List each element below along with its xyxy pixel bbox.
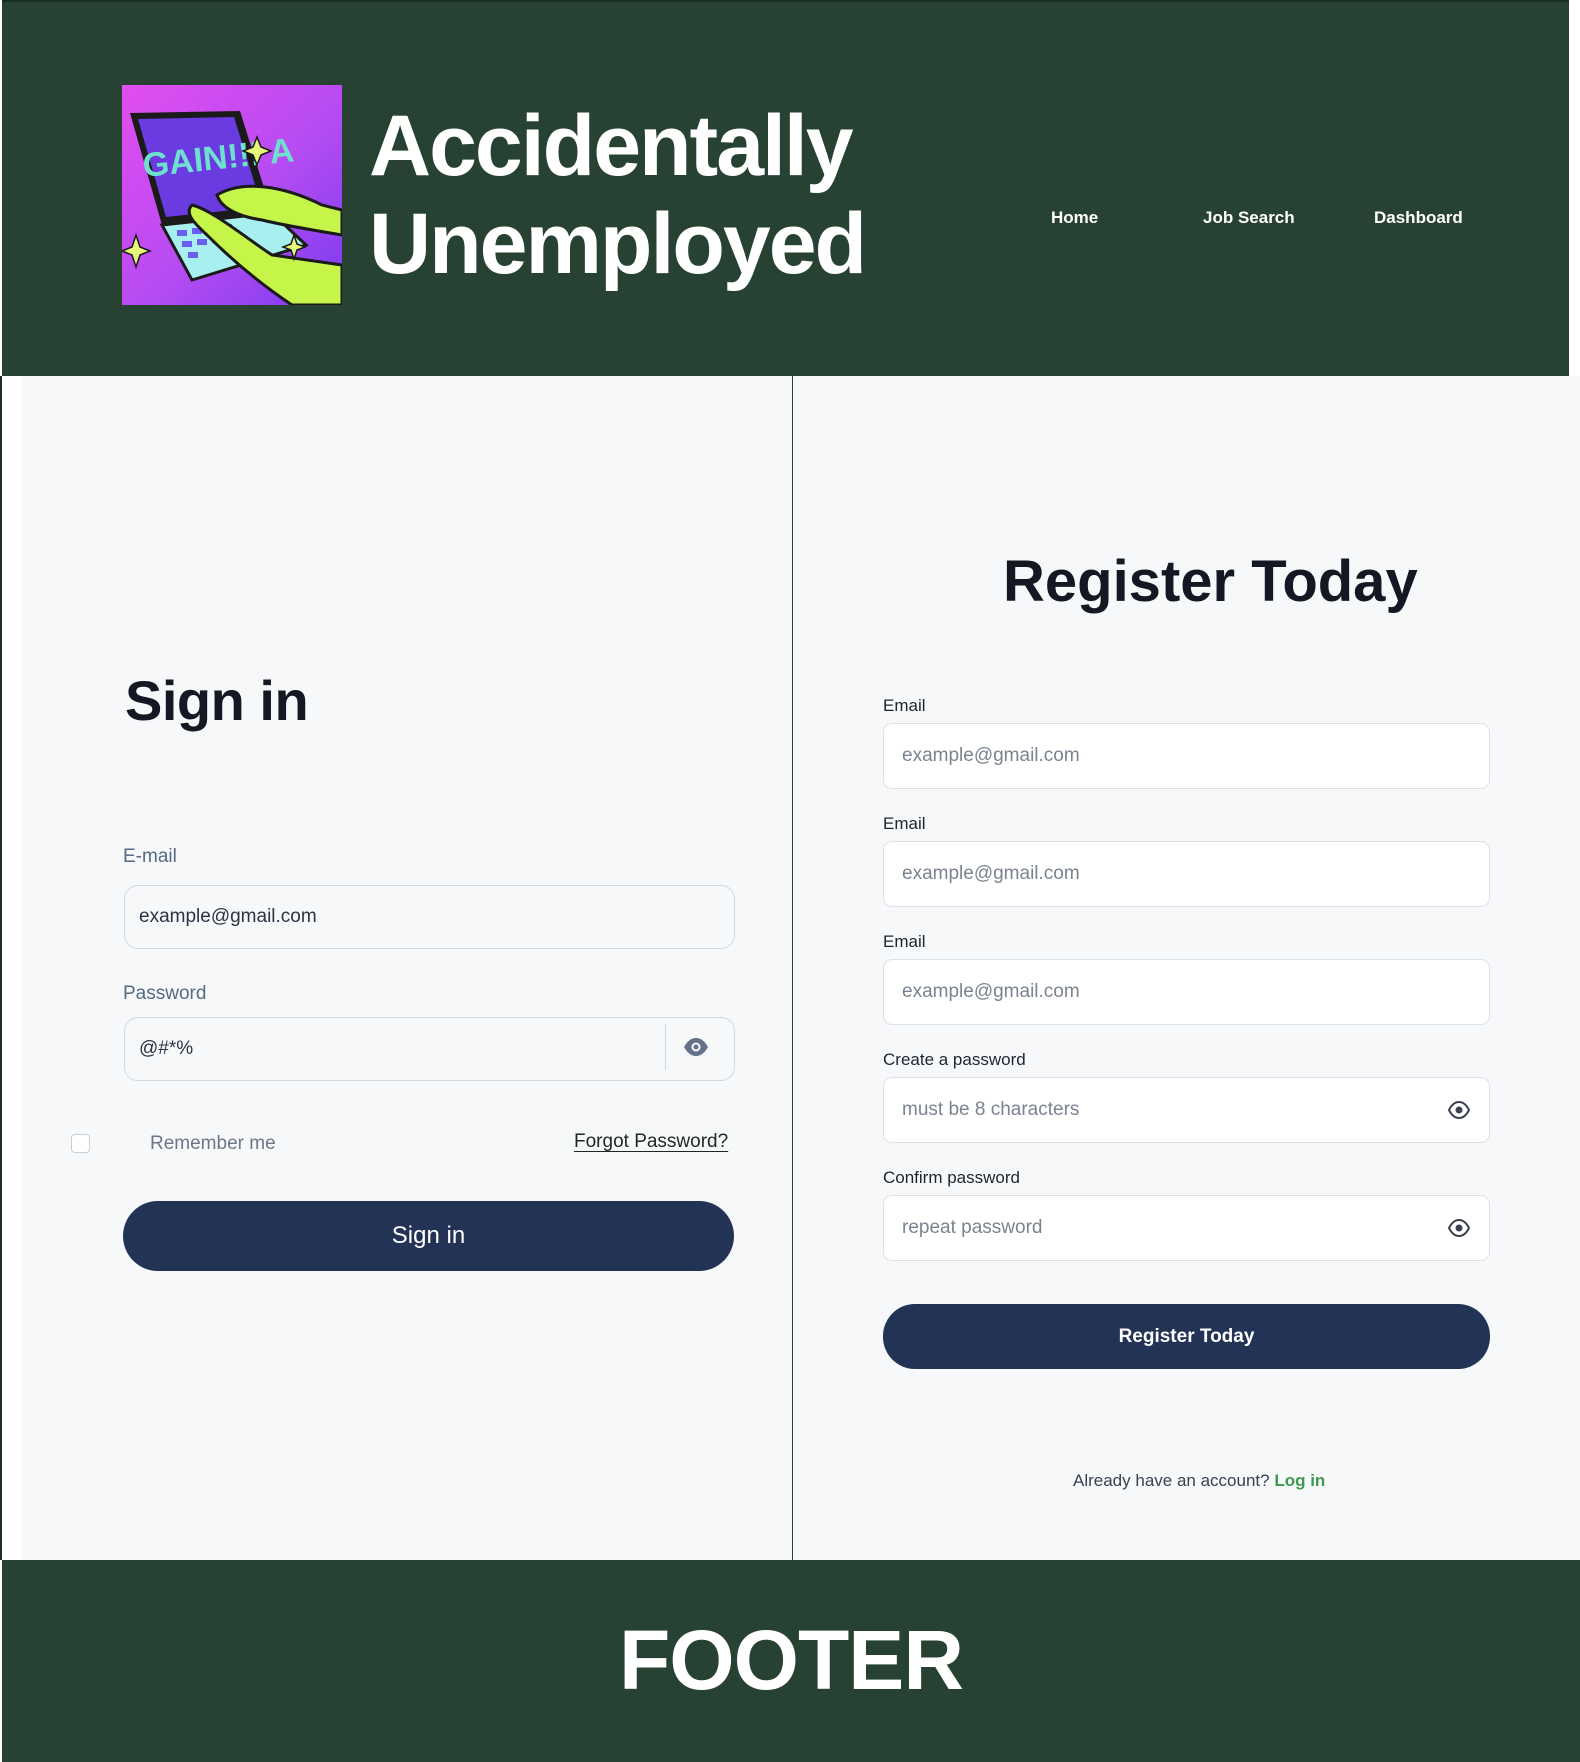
- site-title-line1: Accidentally: [369, 98, 854, 194]
- register-email-input-3[interactable]: example@gmail.com: [883, 959, 1490, 1025]
- create-password-placeholder: must be 8 characters: [902, 1099, 1080, 1120]
- forgot-password-link[interactable]: Forgot Password?: [574, 1131, 728, 1153]
- nav-home[interactable]: Home: [1051, 208, 1098, 228]
- signin-password-label: Password: [123, 983, 207, 1004]
- signin-email-value: example@gmail.com: [139, 906, 317, 927]
- register-email-placeholder-2: example@gmail.com: [902, 863, 1080, 884]
- register-email-label-3: Email: [883, 932, 926, 951]
- already-account-label: Already have an account?: [1073, 1471, 1270, 1490]
- site-title-line2: Unemployed: [369, 196, 867, 292]
- confirm-password-input[interactable]: repeat password: [883, 1195, 1490, 1261]
- panel-divider: [792, 376, 793, 1560]
- register-email-placeholder-1: example@gmail.com: [902, 745, 1080, 766]
- login-link[interactable]: Log in: [1274, 1471, 1325, 1490]
- logo-image[interactable]: GAIN!!! A: [122, 85, 342, 305]
- show-create-password-icon[interactable]: [1447, 1100, 1471, 1120]
- register-email-label-2: Email: [883, 814, 926, 833]
- nav-job-search[interactable]: Job Search: [1203, 208, 1295, 228]
- signin-button[interactable]: Sign in: [123, 1201, 734, 1271]
- confirm-password-placeholder: repeat password: [902, 1217, 1043, 1238]
- already-account-text: Already have an account? Log in: [1073, 1471, 1325, 1491]
- signin-title: Sign in: [125, 669, 309, 732]
- register-email-input-1[interactable]: example@gmail.com: [883, 723, 1490, 789]
- show-confirm-password-icon[interactable]: [1447, 1218, 1471, 1238]
- page-left-edge: [0, 376, 22, 1560]
- password-separator: [665, 1024, 666, 1070]
- nav-dashboard[interactable]: Dashboard: [1374, 208, 1463, 228]
- register-email-input-2[interactable]: example@gmail.com: [883, 841, 1490, 907]
- remember-me-label: Remember me: [150, 1133, 276, 1154]
- site-title: Accidentally Unemployed: [369, 97, 867, 293]
- signin-email-input[interactable]: example@gmail.com: [124, 885, 735, 949]
- register-title: Register Today: [1003, 549, 1418, 614]
- site-footer: FOOTER: [2, 1560, 1580, 1762]
- register-email-placeholder-3: example@gmail.com: [902, 981, 1080, 1002]
- footer-text: FOOTER: [619, 1613, 964, 1707]
- show-password-icon[interactable]: [683, 1037, 709, 1057]
- confirm-password-label: Confirm password: [883, 1168, 1020, 1187]
- site-header: GAIN!!! A Accidentally Unemployed Home J…: [2, 0, 1569, 376]
- create-password-input[interactable]: must be 8 characters: [883, 1077, 1490, 1143]
- remember-me-checkbox[interactable]: [71, 1134, 90, 1153]
- signin-password-input[interactable]: @#*%: [124, 1017, 735, 1081]
- header-right-gap: [1569, 0, 1580, 376]
- signin-email-label: E-mail: [123, 846, 177, 867]
- signin-password-value: @#*%: [139, 1038, 194, 1059]
- create-password-label: Create a password: [883, 1050, 1026, 1069]
- register-button[interactable]: Register Today: [883, 1304, 1490, 1369]
- register-email-label-1: Email: [883, 696, 926, 715]
